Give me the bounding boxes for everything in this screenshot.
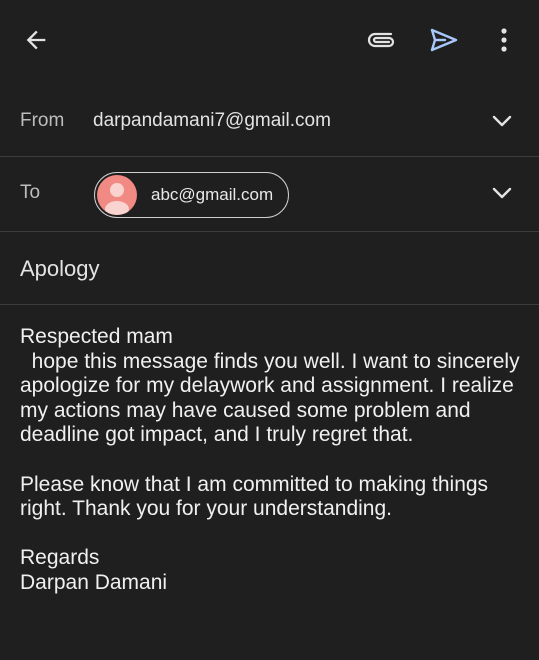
- from-label: From: [20, 110, 65, 131]
- divider: [0, 304, 539, 305]
- to-expand-button[interactable]: [491, 182, 513, 204]
- top-app-bar: [0, 0, 539, 80]
- from-email[interactable]: darpandamani7@gmail.com: [93, 110, 331, 132]
- person-avatar-icon: [97, 175, 137, 215]
- message-body[interactable]: Respected mam hope this message finds yo…: [20, 325, 525, 596]
- send-button[interactable]: [422, 22, 466, 58]
- attach-button[interactable]: [362, 22, 402, 58]
- to-label: To: [20, 182, 41, 203]
- subject-field[interactable]: Apology: [20, 256, 100, 282]
- compose-screen: From darpandamani7@gmail.com To abc@gmai…: [0, 0, 539, 660]
- back-button[interactable]: [16, 22, 56, 58]
- more-options-button[interactable]: [490, 22, 518, 58]
- arrow-back-icon: [26, 30, 46, 50]
- from-row: From darpandamani7@gmail.com: [0, 82, 539, 156]
- subject-row: Apology: [0, 232, 539, 304]
- to-row: To abc@gmail.com: [0, 157, 539, 231]
- recipient-chip[interactable]: abc@gmail.com: [94, 172, 289, 218]
- paperclip-icon: [367, 32, 395, 48]
- recipient-email: abc@gmail.com: [151, 185, 274, 204]
- send-icon: [430, 28, 458, 52]
- chevron-down-icon: [492, 115, 512, 127]
- chevron-down-icon: [492, 187, 512, 199]
- from-expand-button[interactable]: [491, 110, 513, 132]
- more-vert-icon: [501, 28, 507, 52]
